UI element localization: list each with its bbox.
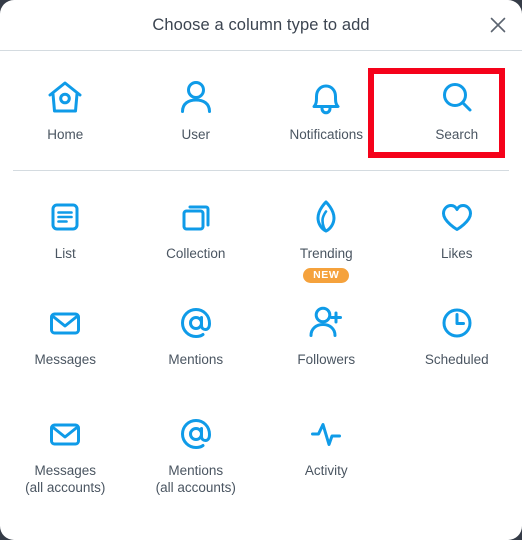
list-icon [44, 194, 86, 240]
heart-icon [436, 194, 478, 240]
column-type-label: Scheduled [424, 352, 489, 367]
home-icon [44, 75, 86, 121]
column-type-label: Trending [299, 246, 353, 261]
at-sign-icon [175, 411, 217, 457]
column-type-messages-all-accounts[interactable]: Messages (all accounts) [0, 395, 131, 508]
column-type-mentions-all-accounts[interactable]: Mentions (all accounts) [131, 395, 262, 508]
status-badge-new: NEW [303, 267, 350, 284]
column-type-sublabel: (all accounts) [25, 479, 106, 495]
user-plus-icon [305, 300, 347, 346]
envelope-icon [44, 411, 86, 457]
choose-column-type-dialog: Choose a column type to add Home User No… [0, 0, 522, 540]
column-type-likes[interactable]: Likes [392, 171, 522, 287]
column-type-home[interactable]: Home [0, 51, 131, 170]
column-type-label: Messages [34, 352, 97, 367]
column-type-label: Home [47, 127, 84, 142]
dialog-header: Choose a column type to add [0, 0, 522, 51]
user-icon [175, 75, 217, 121]
column-type-label: Followers [297, 352, 356, 367]
envelope-icon [44, 300, 86, 346]
column-type-trending[interactable]: Trending NEW [261, 171, 392, 287]
column-type-notifications[interactable]: Notifications [261, 51, 392, 170]
column-type-mentions[interactable]: Mentions [131, 287, 262, 395]
dialog-title: Choose a column type to add [152, 15, 370, 34]
clock-icon [436, 300, 478, 346]
column-type-label: Likes [440, 246, 473, 261]
column-type-sublabel: (all accounts) [155, 479, 236, 495]
column-type-followers[interactable]: Followers [261, 287, 392, 395]
close-icon[interactable] [483, 10, 513, 40]
search-icon [436, 75, 478, 121]
column-type-label: Mentions [168, 463, 224, 478]
column-type-messages[interactable]: Messages [0, 287, 131, 395]
column-type-empty-slot [392, 395, 522, 508]
column-type-label: List [54, 246, 76, 261]
column-type-label: Activity [304, 463, 348, 478]
column-type-label: User [181, 127, 210, 142]
column-type-user[interactable]: User [131, 51, 262, 170]
flame-icon [305, 194, 347, 240]
column-type-activity[interactable]: Activity [261, 395, 392, 508]
column-type-list[interactable]: List [0, 171, 131, 287]
at-sign-icon [175, 300, 217, 346]
column-type-label: Mentions [168, 352, 224, 367]
collection-icon [175, 194, 217, 240]
column-type-label: Messages [34, 463, 97, 478]
column-type-label: Collection [166, 246, 226, 261]
column-type-collection[interactable]: Collection [131, 171, 262, 287]
column-type-label: Search [435, 127, 479, 142]
column-type-scheduled[interactable]: Scheduled [392, 287, 522, 395]
column-type-label: Notifications [289, 127, 364, 142]
grid-row: Messages (all accounts) Mentions (all ac… [0, 395, 522, 508]
grid-row: Home User Notifications Search [0, 51, 522, 170]
column-type-grid: Home User Notifications Search List Coll… [0, 51, 522, 508]
bell-icon [305, 75, 347, 121]
grid-row: List Collection Trending NEW Likes [0, 171, 522, 287]
activity-pulse-icon [305, 411, 347, 457]
column-type-search[interactable]: Search [392, 51, 522, 170]
grid-row: Messages Mentions Followers Scheduled [0, 287, 522, 395]
